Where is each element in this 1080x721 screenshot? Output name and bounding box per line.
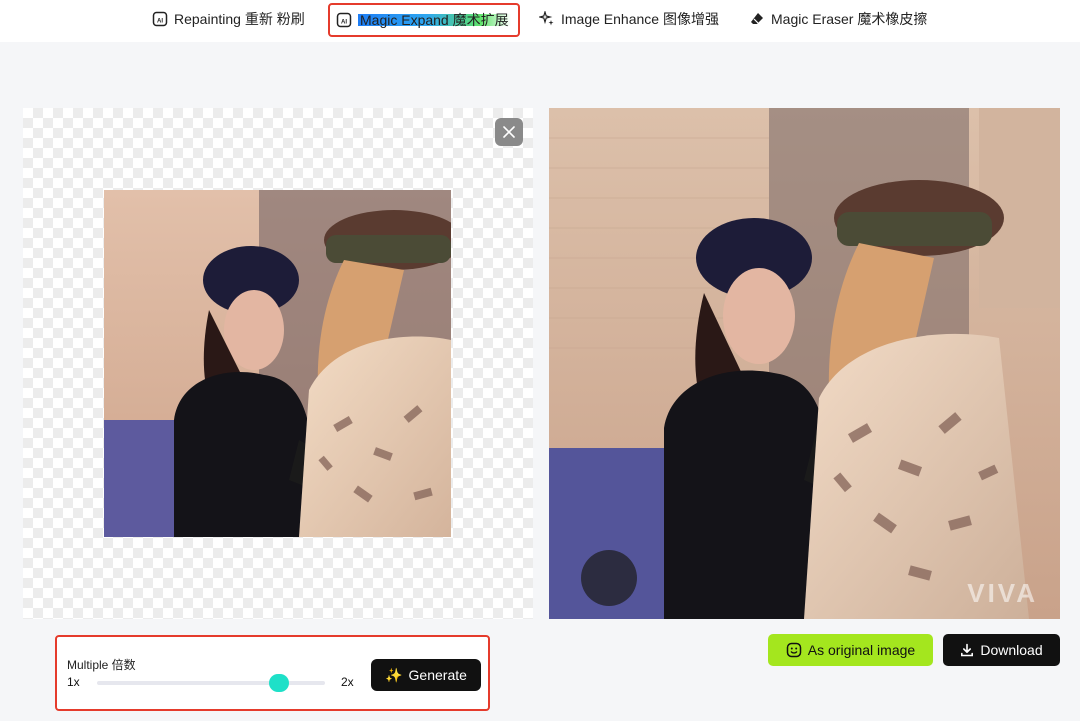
multiple-label: Multiple 倍数	[67, 658, 136, 672]
eraser-icon	[749, 11, 765, 27]
download-button[interactable]: Download	[943, 634, 1060, 666]
top-tab-bar: AI Repainting 重新 粉刷 AI Magic Expand 魔术扩展…	[0, 0, 1080, 42]
result-preview: VIVA	[549, 108, 1060, 619]
svg-text:AI: AI	[157, 19, 163, 25]
tab-magic-eraser[interactable]: Magic Eraser 魔术橡皮擦	[743, 4, 933, 34]
tab-label: Repainting 重新 粉刷	[174, 11, 305, 27]
as-original-label: As original image	[807, 642, 916, 658]
sparkle-icon	[539, 11, 555, 27]
ai-image-icon: AI	[152, 11, 168, 27]
tab-label: Magic Eraser 魔术橡皮擦	[771, 11, 928, 27]
slider-thumb[interactable]	[269, 674, 290, 692]
expand-canvas[interactable]	[23, 108, 533, 619]
slider-min-label: 1x	[67, 675, 80, 689]
slider-max-label: 2x	[341, 675, 354, 689]
watermark: VIVA	[967, 578, 1038, 608]
ai-image-icon: AI	[336, 12, 352, 28]
tab-label: Image Enhance 图像增强	[561, 11, 719, 27]
svg-text:AI: AI	[341, 20, 347, 26]
close-icon	[502, 125, 516, 139]
as-original-image-button[interactable]: As original image	[768, 634, 933, 666]
tab-repainting[interactable]: AI Repainting 重新 粉刷	[146, 4, 311, 34]
close-button[interactable]	[495, 118, 523, 146]
expand-controls-panel: Multiple 倍数 1x 2x ✨ Generate	[55, 635, 490, 711]
multiple-slider[interactable]	[97, 674, 325, 692]
sparkles-icon: ✨	[385, 666, 403, 683]
generate-label: Generate	[408, 667, 467, 683]
tab-image-enhance[interactable]: Image Enhance 图像增强	[533, 4, 725, 34]
download-label: Download	[980, 642, 1043, 658]
tab-magic-expand[interactable]: AI Magic Expand 魔术扩展	[328, 3, 520, 37]
source-image	[104, 190, 451, 537]
face-icon	[786, 642, 802, 658]
generate-button[interactable]: ✨ Generate	[371, 659, 481, 691]
download-icon	[960, 643, 974, 657]
tab-label: Magic Expand 魔术扩展	[358, 10, 511, 30]
result-image	[549, 108, 1060, 619]
